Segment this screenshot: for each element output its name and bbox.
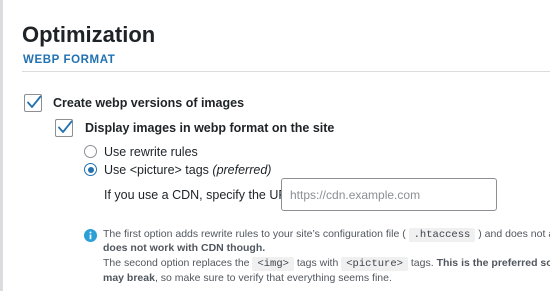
display-webp-label[interactable]: Display images in webp format on the sit…	[85, 121, 334, 135]
section-divider	[22, 71, 550, 72]
note-bold-text: This is the preferred solution	[436, 257, 550, 269]
picture-tag-code: <picture>	[341, 257, 408, 271]
note-line-1: The first option adds rewrite rules to y…	[103, 227, 550, 242]
note-text: The second option replaces the	[103, 257, 250, 269]
picture-tags-label[interactable]: Use <picture> tags (preferred)	[104, 163, 271, 177]
picture-tags-label-text: Use <picture> tags	[104, 163, 209, 177]
img-tag-code: <img>	[252, 257, 294, 271]
page-title: Optimization	[22, 22, 156, 47]
note-text: The first option adds rewrite rules to y…	[103, 228, 406, 240]
panel-left-edge	[0, 0, 3, 291]
note-line-2: does not work with CDN though.	[103, 241, 265, 255]
section-heading-webp: WEBP FORMAT	[23, 54, 116, 66]
note-text: tags with	[296, 257, 339, 269]
cdn-url-input[interactable]	[281, 178, 497, 211]
picture-tags-radio[interactable]	[84, 163, 97, 176]
picture-tags-preferred: (preferred)	[212, 163, 272, 177]
rewrite-rules-label[interactable]: Use rewrite rules	[104, 145, 198, 159]
create-webp-checkbox[interactable]	[24, 94, 42, 112]
note-line-4: may break, so make sure to verify that e…	[103, 271, 392, 285]
cdn-url-label: If you use a CDN, specify the URL:	[104, 188, 298, 202]
htaccess-code: .htaccess	[408, 228, 476, 242]
settings-panel: Optimization WEBP FORMAT Create webp ver…	[0, 0, 550, 291]
note-line-3: The second option replaces the <img> tag…	[103, 256, 550, 271]
info-icon	[84, 229, 97, 242]
display-webp-checkbox[interactable]	[55, 119, 73, 137]
checkmark-icon	[58, 120, 73, 133]
rewrite-rules-radio[interactable]	[84, 145, 97, 158]
note-bold-text: may break	[103, 272, 155, 284]
note-text: , so make sure to verify that everything…	[154, 272, 392, 284]
note-bold-text: does not work with CDN though.	[103, 242, 266, 254]
create-webp-label[interactable]: Create webp versions of images	[53, 96, 244, 110]
note-text: tags.	[410, 257, 434, 269]
checkmark-icon	[27, 95, 42, 108]
note-text: ) and does not alter yo	[478, 228, 550, 240]
